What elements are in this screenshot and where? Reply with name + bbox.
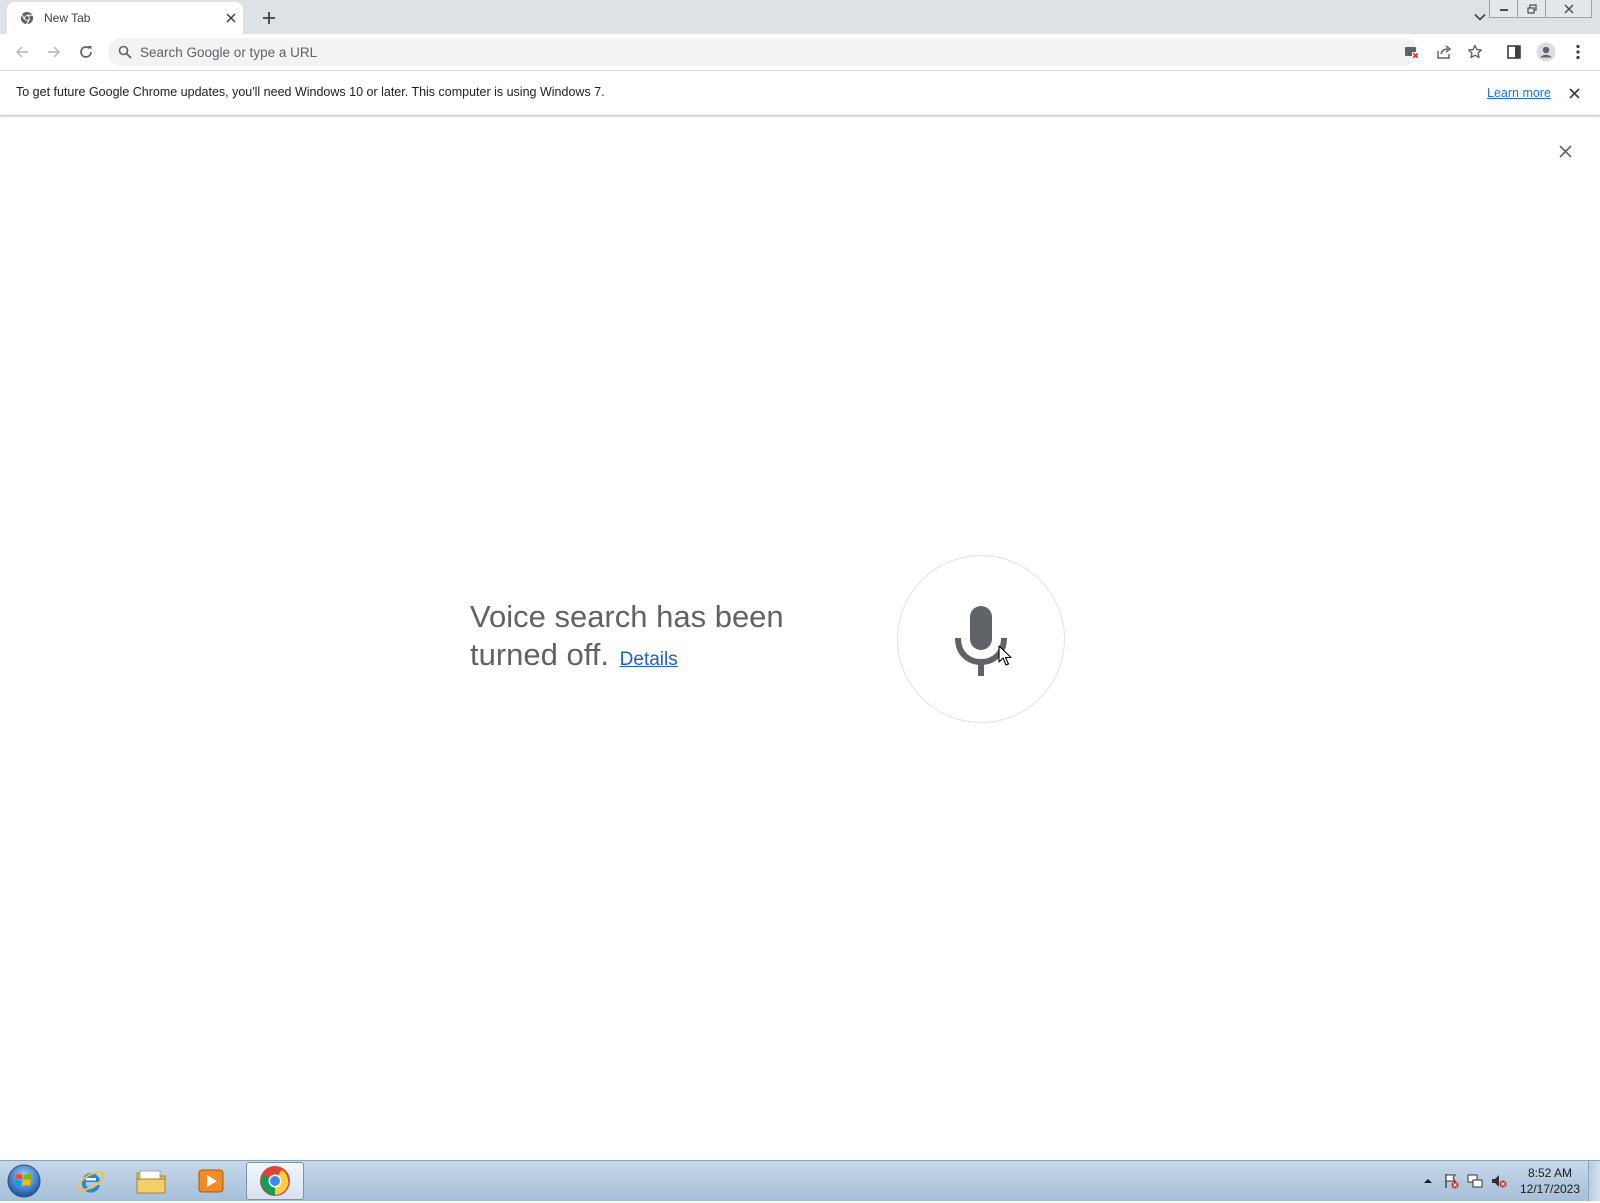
avatar-icon [1536,42,1556,62]
restore-button[interactable] [1517,0,1546,18]
close-icon [1558,144,1572,158]
more-vert-icon [1576,44,1580,60]
microphone-icon [955,606,1007,676]
details-link[interactable]: Details [620,649,678,670]
taskbar-chrome[interactable] [246,1162,304,1200]
window-controls [1489,0,1592,18]
chevron-up-icon [1424,1179,1432,1183]
file-explorer-icon [136,1170,166,1194]
side-panel-button[interactable] [1502,40,1526,64]
arrow-left-icon [15,46,28,58]
tab-title: New Tab [44,11,91,25]
learn-more-link[interactable]: Learn more [1487,86,1551,100]
close-icon [1564,4,1573,13]
back-button[interactable] [10,40,34,64]
close-icon [226,13,236,23]
browser-toolbar [0,34,1600,71]
taskbar-media-player[interactable] [182,1162,240,1200]
close-icon [1568,87,1580,99]
windows-taskbar: 8:52 AM 12/17/2023 [0,1160,1600,1201]
chrome-icon [20,11,34,25]
side-panel-icon [1507,45,1521,59]
popup-blocked-icon [1405,47,1419,59]
plus-icon [263,12,275,24]
media-player-icon [198,1169,224,1193]
forward-button[interactable] [42,40,66,64]
voice-search-message-line1: Voice search has been [470,599,784,634]
mouse-cursor-icon [998,645,1012,666]
omnibox[interactable] [108,38,1482,66]
internet-explorer-icon [77,1171,105,1193]
blocked-popup-button[interactable] [1402,42,1422,62]
tray-network[interactable] [1467,1173,1483,1189]
star-icon [1468,44,1482,59]
new-tab-button[interactable] [258,7,280,29]
window-close-button[interactable] [1545,0,1592,18]
voice-search-close-button[interactable] [1554,140,1576,162]
tab-new-tab[interactable]: New Tab [7,2,243,34]
omnibox-input[interactable] [140,38,1040,66]
share-icon [1437,45,1452,59]
clock-date: 12/17/2023 [1519,1182,1581,1196]
taskbar-clock[interactable]: 8:52 AM 12/17/2023 [1515,1165,1585,1197]
tray-action-center[interactable] [1443,1173,1459,1189]
tray-volume[interactable] [1491,1173,1507,1189]
start-button[interactable] [6,1164,42,1198]
restore-icon [1526,3,1537,14]
windows-start-icon [7,1164,41,1198]
network-icon [1467,1174,1483,1188]
voice-search-message-line2: turned off. [470,637,610,672]
microphone-button[interactable] [897,555,1065,723]
arrow-right-icon [48,46,61,58]
show-hidden-icons-button[interactable] [1420,1173,1436,1189]
chevron-down-icon [1474,13,1486,21]
tab-search-button[interactable] [1470,7,1490,27]
tab-close-button[interactable] [222,9,240,27]
show-desktop-button[interactable] [1588,1161,1600,1201]
minimize-button[interactable] [1489,0,1518,18]
reload-button[interactable] [74,40,98,64]
taskbar-file-explorer[interactable] [122,1162,180,1200]
minimize-icon [1499,8,1508,11]
voice-search-message: Voice search has been turned off. Detail… [470,598,870,679]
flag-alert-icon [1445,1174,1459,1189]
infobar-message: To get future Google Chrome updates, you… [16,85,605,99]
chrome-icon [260,1166,290,1196]
bookmark-button[interactable] [1465,42,1485,62]
clock-time: 8:52 AM [1527,1166,1573,1180]
infobar-close-button[interactable] [1565,84,1583,102]
update-infobar: To get future Google Chrome updates, you… [0,71,1600,116]
taskbar-internet-explorer[interactable] [62,1162,120,1200]
share-button[interactable] [1434,42,1454,62]
volume-muted-icon [1492,1175,1507,1188]
chrome-menu-button[interactable] [1566,40,1590,64]
profile-button[interactable] [1534,40,1558,64]
search-icon [118,45,132,59]
reload-icon [80,46,92,58]
tab-strip: New Tab [0,0,1600,34]
